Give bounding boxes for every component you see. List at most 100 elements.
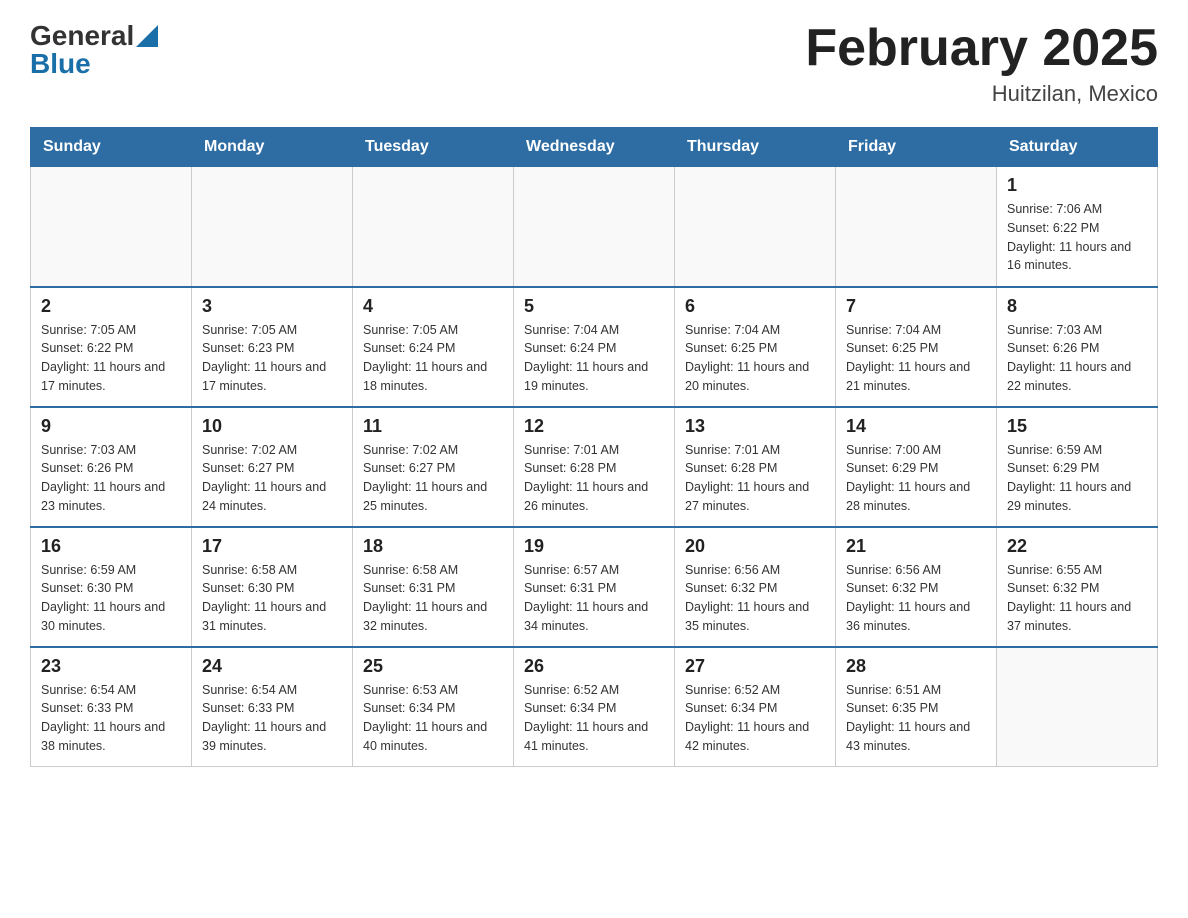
calendar-cell [353,167,514,287]
calendar-title: February 2025 [805,20,1158,77]
day-info: Sunrise: 6:53 AMSunset: 6:34 PMDaylight:… [363,681,503,756]
day-info: Sunrise: 7:04 AMSunset: 6:24 PMDaylight:… [524,321,664,396]
day-number: 13 [685,416,825,437]
day-info: Sunrise: 7:03 AMSunset: 6:26 PMDaylight:… [1007,321,1147,396]
logo: General Blue [30,20,158,80]
header-wednesday: Wednesday [514,128,675,167]
title-block: February 2025 Huitzilan, Mexico [805,20,1158,107]
day-info: Sunrise: 7:06 AMSunset: 6:22 PMDaylight:… [1007,200,1147,275]
day-info: Sunrise: 7:04 AMSunset: 6:25 PMDaylight:… [846,321,986,396]
calendar-cell: 11 Sunrise: 7:02 AMSunset: 6:27 PMDayligh… [353,407,514,527]
day-number: 21 [846,536,986,557]
calendar-cell [192,167,353,287]
day-info: Sunrise: 6:56 AMSunset: 6:32 PMDaylight:… [846,561,986,636]
day-info: Sunrise: 6:54 AMSunset: 6:33 PMDaylight:… [41,681,181,756]
day-number: 10 [202,416,342,437]
day-info: Sunrise: 6:57 AMSunset: 6:31 PMDaylight:… [524,561,664,636]
calendar-cell: 13 Sunrise: 7:01 AMSunset: 6:28 PMDayligh… [675,407,836,527]
day-number: 24 [202,656,342,677]
calendar-cell [514,167,675,287]
calendar-cell: 17 Sunrise: 6:58 AMSunset: 6:30 PMDayligh… [192,527,353,647]
day-info: Sunrise: 7:05 AMSunset: 6:22 PMDaylight:… [41,321,181,396]
day-info: Sunrise: 7:04 AMSunset: 6:25 PMDaylight:… [685,321,825,396]
day-number: 17 [202,536,342,557]
day-info: Sunrise: 7:05 AMSunset: 6:24 PMDaylight:… [363,321,503,396]
calendar-cell: 7 Sunrise: 7:04 AMSunset: 6:25 PMDaylight… [836,287,997,407]
day-info: Sunrise: 7:01 AMSunset: 6:28 PMDaylight:… [685,441,825,516]
header-sunday: Sunday [31,128,192,167]
day-info: Sunrise: 7:03 AMSunset: 6:26 PMDaylight:… [41,441,181,516]
day-info: Sunrise: 7:02 AMSunset: 6:27 PMDaylight:… [202,441,342,516]
day-number: 26 [524,656,664,677]
day-info: Sunrise: 6:55 AMSunset: 6:32 PMDaylight:… [1007,561,1147,636]
calendar-cell: 27Sunrise: 6:52 AMSunset: 6:34 PMDayligh… [675,647,836,767]
day-info: Sunrise: 6:59 AMSunset: 6:29 PMDaylight:… [1007,441,1147,516]
calendar-week-row: 9 Sunrise: 7:03 AMSunset: 6:26 PMDaylight… [31,407,1158,527]
day-number: 20 [685,536,825,557]
logo-blue-text: Blue [30,48,91,80]
day-number: 8 [1007,296,1147,317]
day-number: 1 [1007,175,1147,196]
day-number: 9 [41,416,181,437]
calendar-cell: 4 Sunrise: 7:05 AMSunset: 6:24 PMDaylight… [353,287,514,407]
header-saturday: Saturday [997,128,1158,167]
calendar-cell: 24Sunrise: 6:54 AMSunset: 6:33 PMDayligh… [192,647,353,767]
calendar-cell: 15 Sunrise: 6:59 AMSunset: 6:29 PMDayligh… [997,407,1158,527]
day-number: 7 [846,296,986,317]
calendar-cell [675,167,836,287]
day-number: 28 [846,656,986,677]
day-number: 25 [363,656,503,677]
header-monday: Monday [192,128,353,167]
day-number: 14 [846,416,986,437]
weekday-header-row: Sunday Monday Tuesday Wednesday Thursday… [31,128,1158,167]
calendar-cell: 10 Sunrise: 7:02 AMSunset: 6:27 PMDayligh… [192,407,353,527]
calendar-cell: 18Sunrise: 6:58 AMSunset: 6:31 PMDayligh… [353,527,514,647]
calendar-table: Sunday Monday Tuesday Wednesday Thursday… [30,127,1158,767]
day-number: 6 [685,296,825,317]
calendar-week-row: 1 Sunrise: 7:06 AMSunset: 6:22 PMDaylight… [31,167,1158,287]
day-number: 3 [202,296,342,317]
calendar-subtitle: Huitzilan, Mexico [805,81,1158,107]
calendar-cell: 5 Sunrise: 7:04 AMSunset: 6:24 PMDaylight… [514,287,675,407]
day-info: Sunrise: 6:51 AMSunset: 6:35 PMDaylight:… [846,681,986,756]
day-number: 22 [1007,536,1147,557]
calendar-cell: 1 Sunrise: 7:06 AMSunset: 6:22 PMDaylight… [997,167,1158,287]
calendar-cell: 16Sunrise: 6:59 AMSunset: 6:30 PMDayligh… [31,527,192,647]
calendar-cell: 28 Sunrise: 6:51 AMSunset: 6:35 PMDayligh… [836,647,997,767]
calendar-cell: 23 Sunrise: 6:54 AMSunset: 6:33 PMDayligh… [31,647,192,767]
header-tuesday: Tuesday [353,128,514,167]
day-number: 19 [524,536,664,557]
calendar-cell: 19 Sunrise: 6:57 AMSunset: 6:31 PMDayligh… [514,527,675,647]
calendar-cell [836,167,997,287]
day-number: 15 [1007,416,1147,437]
calendar-week-row: 16Sunrise: 6:59 AMSunset: 6:30 PMDayligh… [31,527,1158,647]
calendar-week-row: 2 Sunrise: 7:05 AMSunset: 6:22 PMDaylight… [31,287,1158,407]
day-info: Sunrise: 6:58 AMSunset: 6:30 PMDaylight:… [202,561,342,636]
header-thursday: Thursday [675,128,836,167]
calendar-cell: 6 Sunrise: 7:04 AMSunset: 6:25 PMDaylight… [675,287,836,407]
calendar-cell [997,647,1158,767]
day-number: 2 [41,296,181,317]
day-number: 5 [524,296,664,317]
day-info: Sunrise: 7:01 AMSunset: 6:28 PMDaylight:… [524,441,664,516]
calendar-cell: 25 Sunrise: 6:53 AMSunset: 6:34 PMDayligh… [353,647,514,767]
calendar-cell: 21 Sunrise: 6:56 AMSunset: 6:32 PMDayligh… [836,527,997,647]
day-info: Sunrise: 6:58 AMSunset: 6:31 PMDaylight:… [363,561,503,636]
calendar-cell: 26 Sunrise: 6:52 AMSunset: 6:34 PMDayligh… [514,647,675,767]
day-info: Sunrise: 6:52 AMSunset: 6:34 PMDaylight:… [524,681,664,756]
page-header: General Blue February 2025 Huitzilan, Me… [30,20,1158,107]
day-number: 11 [363,416,503,437]
calendar-cell [31,167,192,287]
calendar-cell: 14Sunrise: 7:00 AMSunset: 6:29 PMDayligh… [836,407,997,527]
calendar-cell: 20Sunrise: 6:56 AMSunset: 6:32 PMDayligh… [675,527,836,647]
day-number: 16 [41,536,181,557]
calendar-cell: 8 Sunrise: 7:03 AMSunset: 6:26 PMDaylight… [997,287,1158,407]
day-number: 12 [524,416,664,437]
day-number: 23 [41,656,181,677]
calendar-cell: 9 Sunrise: 7:03 AMSunset: 6:26 PMDaylight… [31,407,192,527]
day-info: Sunrise: 7:02 AMSunset: 6:27 PMDaylight:… [363,441,503,516]
calendar-cell: 3Sunrise: 7:05 AMSunset: 6:23 PMDaylight… [192,287,353,407]
header-friday: Friday [836,128,997,167]
day-number: 4 [363,296,503,317]
calendar-cell: 12 Sunrise: 7:01 AMSunset: 6:28 PMDayligh… [514,407,675,527]
